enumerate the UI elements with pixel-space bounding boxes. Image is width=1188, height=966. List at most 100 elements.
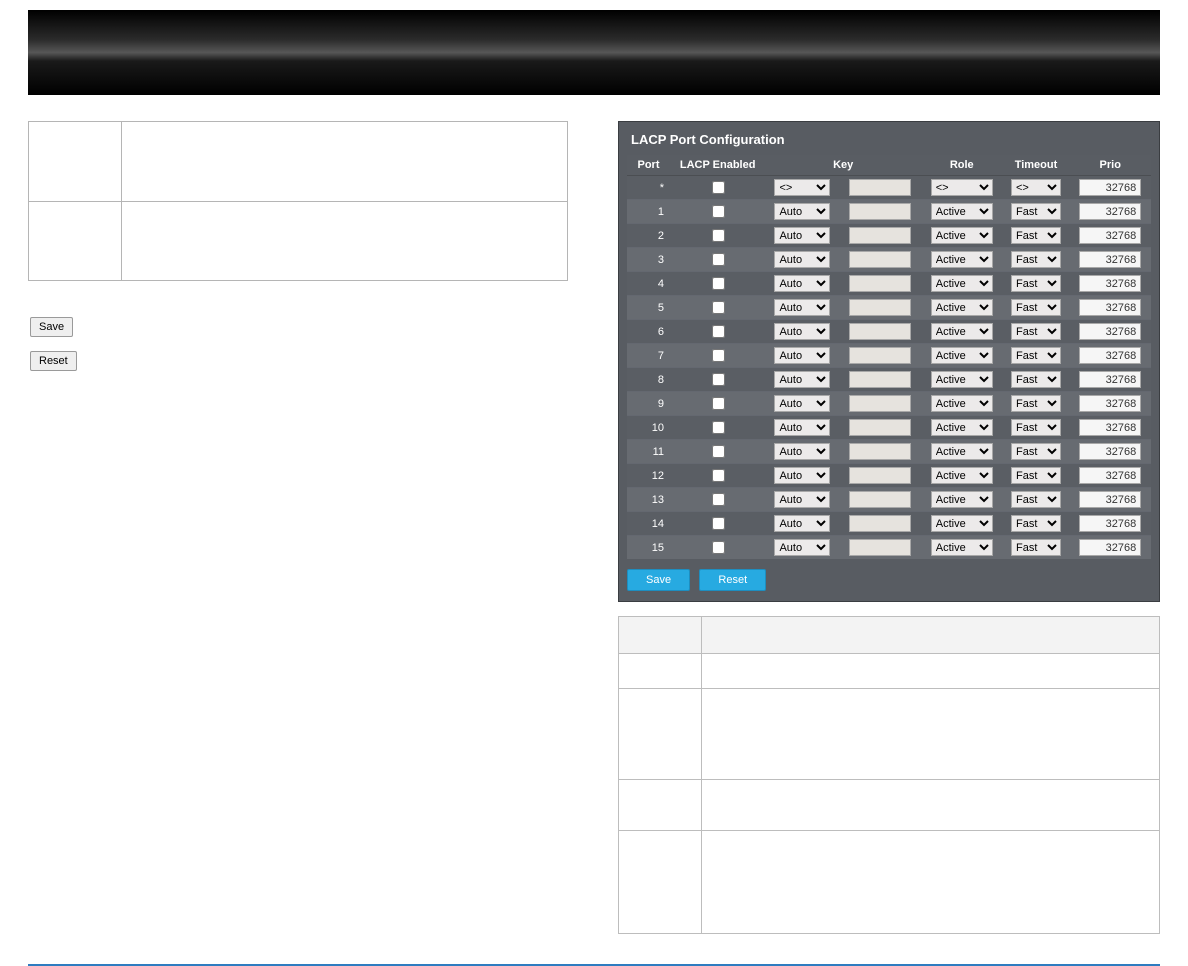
role-select[interactable]: Active bbox=[931, 347, 993, 364]
key-mode-select[interactable]: Auto bbox=[774, 299, 830, 316]
lacp-enabled-checkbox[interactable] bbox=[712, 229, 725, 242]
panel-reset-button[interactable]: Reset bbox=[699, 569, 766, 591]
key-mode-select[interactable]: Auto bbox=[774, 203, 830, 220]
prio-input[interactable] bbox=[1079, 539, 1141, 556]
key-value-input[interactable] bbox=[849, 539, 911, 556]
key-mode-select[interactable]: Auto bbox=[774, 539, 830, 556]
timeout-select[interactable]: Fast bbox=[1011, 275, 1061, 292]
key-value-input[interactable] bbox=[849, 491, 911, 508]
key-value-input[interactable] bbox=[849, 227, 911, 244]
lacp-enabled-checkbox[interactable] bbox=[712, 349, 725, 362]
lacp-enabled-checkbox[interactable] bbox=[712, 301, 725, 314]
panel-save-button[interactable]: Save bbox=[627, 569, 690, 591]
role-select[interactable]: Active bbox=[931, 395, 993, 412]
timeout-select[interactable]: Fast bbox=[1011, 419, 1061, 436]
role-select[interactable]: Active bbox=[931, 491, 993, 508]
role-select[interactable]: Active bbox=[931, 203, 993, 220]
timeout-select[interactable]: Fast bbox=[1011, 539, 1061, 556]
role-select[interactable]: Active bbox=[931, 323, 993, 340]
timeout-select[interactable]: Fast bbox=[1011, 443, 1061, 460]
timeout-select[interactable]: Fast bbox=[1011, 299, 1061, 316]
key-mode-select[interactable]: Auto bbox=[774, 395, 830, 412]
key-mode-select[interactable]: Auto bbox=[774, 515, 830, 532]
role-select[interactable]: Active bbox=[931, 275, 993, 292]
timeout-select[interactable]: Fast bbox=[1011, 323, 1061, 340]
lacp-enabled-checkbox[interactable] bbox=[712, 469, 725, 482]
prio-input[interactable] bbox=[1079, 179, 1141, 196]
key-value-input[interactable] bbox=[849, 395, 911, 412]
lacp-enabled-checkbox[interactable] bbox=[712, 397, 725, 410]
timeout-select[interactable]: Fast bbox=[1011, 371, 1061, 388]
key-value-input[interactable] bbox=[849, 179, 911, 196]
role-select[interactable]: Active bbox=[931, 467, 993, 484]
key-value-input[interactable] bbox=[849, 347, 911, 364]
role-select[interactable]: Active bbox=[931, 299, 993, 316]
lacp-enabled-checkbox[interactable] bbox=[712, 373, 725, 386]
lacp-enabled-checkbox[interactable] bbox=[712, 325, 725, 338]
lacp-enabled-checkbox[interactable] bbox=[712, 517, 725, 530]
key-mode-select[interactable]: Auto bbox=[774, 323, 830, 340]
role-select[interactable]: Active bbox=[931, 539, 993, 556]
key-mode-select[interactable]: Auto bbox=[774, 419, 830, 436]
timeout-select[interactable]: Fast bbox=[1011, 467, 1061, 484]
key-value-input[interactable] bbox=[849, 323, 911, 340]
save-button-left[interactable]: Save bbox=[30, 317, 73, 337]
timeout-select[interactable]: Fast bbox=[1011, 227, 1061, 244]
prio-input[interactable] bbox=[1079, 395, 1141, 412]
prio-input[interactable] bbox=[1079, 443, 1141, 460]
role-select[interactable]: Active bbox=[931, 443, 993, 460]
key-mode-select[interactable]: Auto bbox=[774, 371, 830, 388]
role-select[interactable]: Active bbox=[931, 251, 993, 268]
prio-input[interactable] bbox=[1079, 371, 1141, 388]
key-value-input[interactable] bbox=[849, 251, 911, 268]
reset-button-left[interactable]: Reset bbox=[30, 351, 77, 371]
lacp-enabled-checkbox[interactable] bbox=[712, 205, 725, 218]
timeout-select[interactable]: <> bbox=[1011, 179, 1061, 196]
role-select[interactable]: Active bbox=[931, 227, 993, 244]
key-mode-select[interactable]: Auto bbox=[774, 491, 830, 508]
prio-input[interactable] bbox=[1079, 419, 1141, 436]
key-value-input[interactable] bbox=[849, 515, 911, 532]
lacp-enabled-checkbox[interactable] bbox=[712, 445, 725, 458]
timeout-select[interactable]: Fast bbox=[1011, 395, 1061, 412]
timeout-select[interactable]: Fast bbox=[1011, 491, 1061, 508]
prio-input[interactable] bbox=[1079, 203, 1141, 220]
key-mode-select[interactable]: <> bbox=[774, 179, 830, 196]
key-mode-select[interactable]: Auto bbox=[774, 251, 830, 268]
key-value-input[interactable] bbox=[849, 443, 911, 460]
key-value-input[interactable] bbox=[849, 203, 911, 220]
prio-input[interactable] bbox=[1079, 515, 1141, 532]
key-mode-select[interactable]: Auto bbox=[774, 275, 830, 292]
key-value-input[interactable] bbox=[849, 419, 911, 436]
prio-input[interactable] bbox=[1079, 491, 1141, 508]
lacp-enabled-checkbox[interactable] bbox=[712, 493, 725, 506]
timeout-select[interactable]: Fast bbox=[1011, 347, 1061, 364]
key-value-input[interactable] bbox=[849, 275, 911, 292]
role-select[interactable]: <> bbox=[931, 179, 993, 196]
key-value-input[interactable] bbox=[849, 467, 911, 484]
prio-input[interactable] bbox=[1079, 299, 1141, 316]
key-mode-select[interactable]: Auto bbox=[774, 467, 830, 484]
lacp-enabled-checkbox[interactable] bbox=[712, 181, 725, 194]
key-mode-select[interactable]: Auto bbox=[774, 227, 830, 244]
role-select[interactable]: Active bbox=[931, 371, 993, 388]
prio-input[interactable] bbox=[1079, 275, 1141, 292]
key-value-input[interactable] bbox=[849, 299, 911, 316]
prio-input[interactable] bbox=[1079, 323, 1141, 340]
key-value-input[interactable] bbox=[849, 371, 911, 388]
role-select[interactable]: Active bbox=[931, 515, 993, 532]
lacp-enabled-checkbox[interactable] bbox=[712, 541, 725, 554]
lacp-enabled-checkbox[interactable] bbox=[712, 277, 725, 290]
prio-input[interactable] bbox=[1079, 227, 1141, 244]
prio-input[interactable] bbox=[1079, 467, 1141, 484]
key-mode-select[interactable]: Auto bbox=[774, 347, 830, 364]
timeout-select[interactable]: Fast bbox=[1011, 251, 1061, 268]
timeout-select[interactable]: Fast bbox=[1011, 515, 1061, 532]
timeout-select[interactable]: Fast bbox=[1011, 203, 1061, 220]
key-mode-select[interactable]: Auto bbox=[774, 443, 830, 460]
lacp-enabled-checkbox[interactable] bbox=[712, 421, 725, 434]
role-select[interactable]: Active bbox=[931, 419, 993, 436]
lacp-enabled-checkbox[interactable] bbox=[712, 253, 725, 266]
prio-input[interactable] bbox=[1079, 251, 1141, 268]
prio-input[interactable] bbox=[1079, 347, 1141, 364]
